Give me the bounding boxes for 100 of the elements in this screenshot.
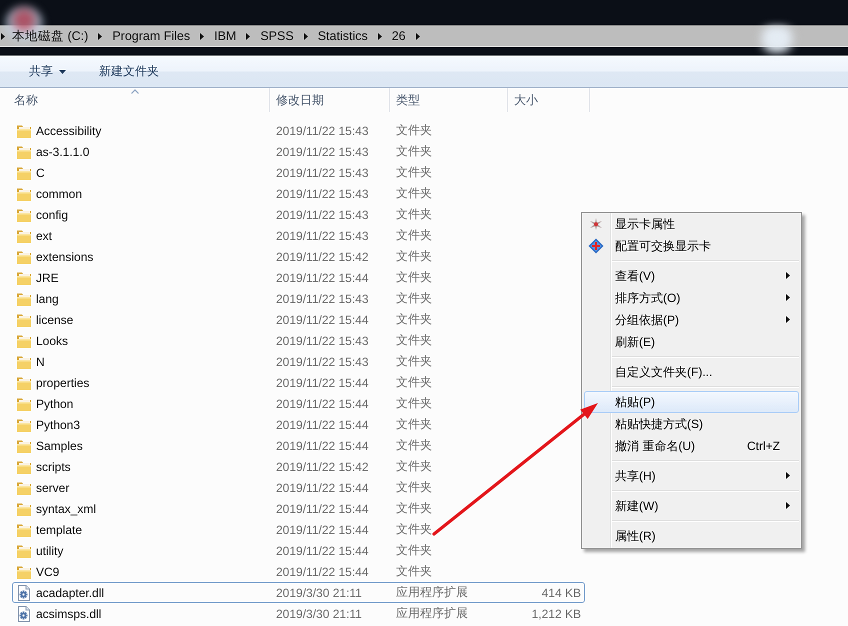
submenu-arrow-icon [786,272,790,279]
breadcrumb-arrow-icon[interactable] [98,32,102,40]
breadcrumb-arrow-icon[interactable] [416,32,420,40]
file-type: 文件夹 [396,438,432,452]
file-name[interactable]: N [36,354,45,368]
column-header[interactable]: 名称 [0,88,270,112]
file-name[interactable]: ext [36,228,52,242]
modified-date: 2019/11/22 15:43 [276,334,369,348]
menu-item[interactable]: 共享(H) [584,465,799,487]
file-name[interactable]: license [36,312,74,326]
file-name[interactable]: properties [36,376,90,390]
modified-date: 2019/11/22 15:44 [276,564,369,578]
column-header[interactable]: 修改日期 [270,88,390,112]
file-type: 文件夹 [396,249,432,263]
menu-item[interactable]: 粘贴(P) [584,391,799,413]
modified-date: 2019/11/22 15:44 [276,480,369,494]
menu-item[interactable]: 刷新(E) [584,331,799,353]
file-name[interactable]: acsimsps.dll [36,606,102,620]
menu-item[interactable]: 粘贴快捷方式(S) [584,413,799,435]
folder-icon [16,122,32,138]
breadcrumb-item[interactable]: IBM [209,26,242,46]
file-name[interactable]: as-3.1.1.0 [36,144,90,158]
breadcrumb-item[interactable]: Program Files [107,26,196,46]
file-name[interactable]: utility [36,544,64,558]
file-name[interactable]: extensions [36,250,94,264]
modified-date: 2019/11/22 15:43 [276,186,369,200]
file-name[interactable]: Looks [36,334,68,348]
file-type: 文件夹 [396,459,432,473]
modified-date: 2019/11/22 15:44 [276,502,369,516]
folder-icon [16,270,32,286]
menu-item[interactable]: 自定义文件夹(F)... [584,361,799,383]
modified-date: 2019/11/22 15:42 [276,460,369,474]
modified-date: 2019/11/22 15:43 [276,208,369,222]
file-type: 文件夹 [396,564,432,578]
toolbar-button[interactable]: 共享 [22,60,73,84]
file-name[interactable]: Python3 [36,418,80,432]
breadcrumb-item[interactable]: 本地磁盘 (C:) [7,26,94,46]
menu-item[interactable]: 查看(V) [584,265,799,287]
focused-row[interactable]: acadapter.dll 2019/3/30 21:11 应用程序扩展 414 KB [12,582,585,603]
file-name[interactable]: JRE [36,270,59,284]
breadcrumb-arrow-icon[interactable] [304,32,308,40]
column-header[interactable]: 类型 [390,88,508,112]
menu-item[interactable]: 新建(W) [584,495,799,517]
sort-caret-icon [130,89,138,94]
file-name[interactable]: Samples [36,438,83,452]
file-type: 文件夹 [396,291,432,305]
column-header[interactable]: 大小 [508,88,590,112]
modified-date: 2019/11/22 15:44 [276,544,369,558]
file-name[interactable]: lang [36,292,59,306]
submenu-arrow-icon [786,502,790,509]
file-type: 文件夹 [396,501,432,515]
menu-item[interactable]: 显示卡属性 [584,213,799,235]
file-name[interactable]: scripts [36,460,71,474]
file-name[interactable]: VC9 [36,564,60,578]
menu-item[interactable]: 分组依据(P) [584,309,799,331]
file-name[interactable]: template [36,522,82,536]
file-type: 文件夹 [396,228,432,242]
modified-date: 2019/11/22 15:43 [276,166,369,180]
file-name[interactable]: server [36,480,70,494]
modified-date: 2019/11/22 15:44 [276,438,369,452]
folder-icon [16,500,32,516]
file-type: 文件夹 [396,312,432,326]
toolbar-button[interactable]: 新建文件夹 [92,60,166,84]
file-type: 文件夹 [396,522,432,536]
file-name[interactable]: acadapter.dll [36,586,104,600]
submenu-arrow-icon [786,472,790,479]
file-size: 414 KB [542,586,581,600]
diamond-icon [588,238,604,254]
file-name[interactable]: config [36,208,68,222]
breadcrumb-item[interactable]: 26 [386,26,411,46]
file-name[interactable]: Python [36,396,74,410]
menu-item[interactable]: 配置可交换显示卡 [584,235,799,257]
menu-item[interactable]: 属性(R) [584,525,799,547]
breadcrumb-arrow-icon[interactable] [378,32,382,40]
file-type: 文件夹 [396,165,432,179]
file-type: 文件夹 [396,354,432,368]
file-name[interactable]: syntax_xml [36,502,96,516]
breadcrumb-arrow-icon[interactable] [200,32,204,40]
folder-icon [16,186,32,202]
folder-icon [16,396,32,412]
file-name[interactable]: C [36,166,45,180]
breadcrumb-arrow-icon[interactable] [246,32,250,40]
folder-icon [16,332,32,348]
file-name[interactable]: Accessibility [36,124,102,138]
breadcrumb-item[interactable]: Statistics [312,26,373,46]
folder-icon [16,290,32,306]
menu-item[interactable]: 排序方式(O) [584,287,799,309]
breadcrumb-arrow-icon[interactable] [1,32,5,40]
modified-date: 2019/11/22 15:43 [276,292,369,306]
menu-item[interactable]: 撤消 重命名(U) Ctrl+Z [584,435,799,457]
file-type: 文件夹 [396,480,432,494]
modified-date: 2019/11/22 15:44 [276,522,369,536]
folder-icon [16,416,32,432]
folder-icon [16,374,32,390]
folder-icon [16,144,32,160]
starburst-icon [588,216,604,232]
file-type: 文件夹 [396,207,432,221]
breadcrumb-item[interactable]: SPSS [255,26,299,46]
file-name[interactable]: common [36,186,82,200]
gear-file-icon [16,606,32,622]
